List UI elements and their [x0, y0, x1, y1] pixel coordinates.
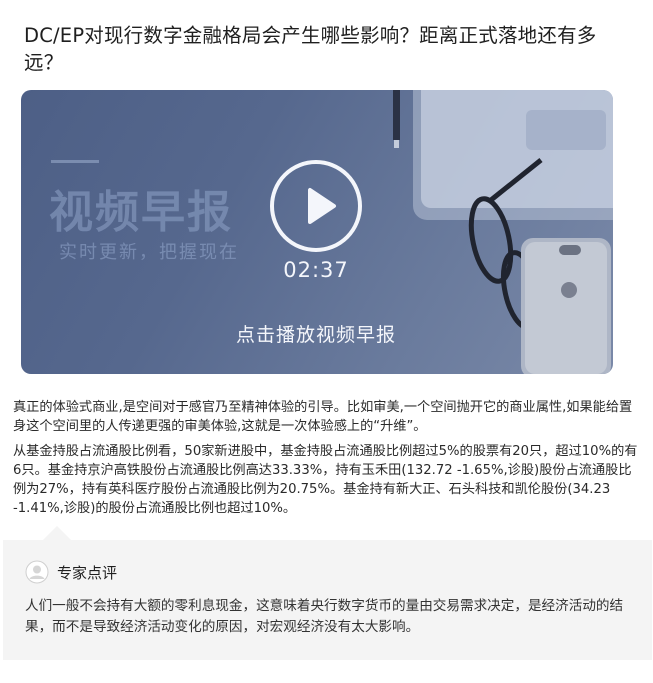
speech-notch — [43, 526, 71, 540]
brand-bar — [51, 160, 99, 163]
video-duration: 02:37 — [283, 258, 349, 282]
play-button[interactable] — [270, 160, 362, 252]
body-paragraph: 从基金持股占流通股比例看，50家新进股中，基金持股占流通股比例超过5%的股票有2… — [13, 444, 638, 516]
pen-icon — [393, 90, 400, 148]
article-page: DC/EP对现行数字金融格局会产生哪些影响？距离正式落地还有多远？ 视频早报 实… — [0, 0, 653, 683]
video-brand-subtitle: 实时更新，把握现在 — [59, 242, 239, 263]
video-cta[interactable]: 点击播放视频早报 — [181, 320, 451, 347]
video-player[interactable]: 视频早报 实时更新，把握现在 02:37 点击播放视频早报 — [21, 90, 613, 374]
avatar-icon — [25, 560, 49, 584]
play-icon — [308, 188, 336, 224]
expert-header: 专家点评 — [25, 560, 117, 584]
phone-icon — [521, 238, 611, 374]
expert-comment-text: 人们一般不会持有大额的零利息现金，这意味着央行数字货币的量由交易需求决定，是经济… — [25, 598, 624, 635]
laptop-icon — [413, 90, 613, 220]
expert-comment-box: 专家点评 人们一般不会持有大额的零利息现金，这意味着央行数字货币的量由交易需求决… — [3, 526, 652, 660]
video-brand-title: 视频早报 — [49, 187, 233, 238]
expert-title: 专家点评 — [57, 563, 118, 582]
body-paragraph: 真正的体验式商业,是空间对于感官乃至精神体验的引导。比如审美,一个空间抛开它的商… — [13, 400, 633, 434]
article-title: DC/EP对现行数字金融格局会产生哪些影响？距离正式落地还有多远？ — [24, 24, 597, 74]
